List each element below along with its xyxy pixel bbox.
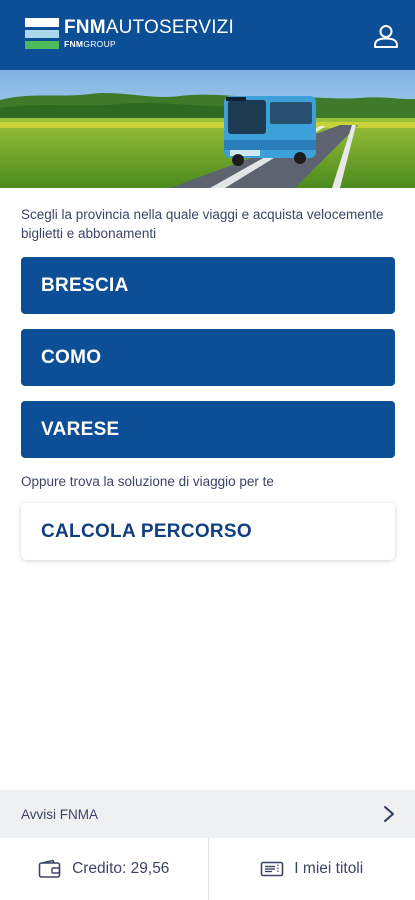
user-icon — [374, 25, 398, 48]
credit-label: Credito: 29,56 — [72, 860, 170, 877]
my-tickets-tab[interactable]: I miei titoli — [207, 838, 415, 900]
logo-title-thin: AUTOSERVIZI — [105, 17, 234, 38]
avvisi-label: Avvisi FNMA — [21, 806, 99, 822]
logo-sub-bold: FNM — [64, 39, 84, 49]
ticket-icon — [260, 861, 284, 877]
bottom-navigation: Credito: 29,56 I miei titoli — [0, 838, 415, 900]
province-button-como[interactable]: COMO — [21, 329, 395, 386]
logo-title-bold: FNM — [64, 17, 106, 38]
province-button-varese[interactable]: VARESE — [21, 401, 395, 458]
app-header: FNMAUTOSERVIZI FNMGROUP — [0, 0, 415, 70]
calcola-percorso-button[interactable]: CALCOLA PERCORSO — [21, 503, 395, 560]
bus-on-road-image — [0, 70, 415, 188]
intro-text: Scegli la provincia nella quale viaggi e… — [21, 207, 384, 241]
province-button-brescia[interactable]: BRESCIA — [21, 257, 395, 314]
logo-stripes-icon — [25, 18, 59, 50]
avvisi-fnma-row[interactable]: Avvisi FNMA — [0, 790, 415, 838]
hero-bus-image — [0, 70, 415, 188]
logo-sub-thin: GROUP — [83, 39, 116, 49]
alternative-text: Oppure trova la soluzione di viaggio per… — [21, 474, 274, 489]
credit-tab[interactable]: Credito: 29,56 — [0, 838, 208, 900]
fnm-autoservizi-logo: FNMAUTOSERVIZI FNMGROUP — [25, 18, 234, 50]
wallet-icon — [38, 859, 61, 878]
chevron-right-icon — [384, 806, 394, 822]
tickets-label: I miei titoli — [294, 860, 364, 877]
user-profile-button[interactable] — [373, 23, 399, 49]
